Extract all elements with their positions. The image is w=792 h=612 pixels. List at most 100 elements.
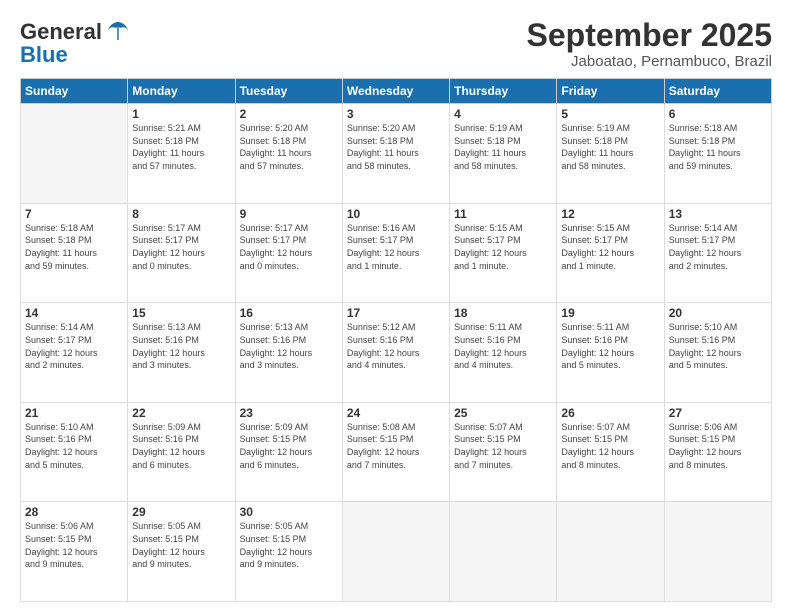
calendar-cell: 12Sunrise: 5:15 AM Sunset: 5:17 PM Dayli… [557, 203, 664, 303]
day-number: 18 [454, 306, 552, 320]
col-sunday: Sunday [21, 79, 128, 104]
day-info: Sunrise: 5:17 AM Sunset: 5:17 PM Dayligh… [132, 222, 230, 272]
day-number: 28 [25, 505, 123, 519]
day-info: Sunrise: 5:09 AM Sunset: 5:15 PM Dayligh… [240, 421, 338, 471]
day-number: 21 [25, 406, 123, 420]
calendar-cell: 5Sunrise: 5:19 AM Sunset: 5:18 PM Daylig… [557, 104, 664, 204]
logo-blue: Blue [20, 42, 68, 68]
day-number: 20 [669, 306, 767, 320]
week-row-0: 1Sunrise: 5:21 AM Sunset: 5:18 PM Daylig… [21, 104, 772, 204]
day-info: Sunrise: 5:19 AM Sunset: 5:18 PM Dayligh… [454, 122, 552, 172]
calendar-cell: 26Sunrise: 5:07 AM Sunset: 5:15 PM Dayli… [557, 402, 664, 502]
calendar-cell: 22Sunrise: 5:09 AM Sunset: 5:16 PM Dayli… [128, 402, 235, 502]
page: General Blue September 2025 Jaboatao, Pe… [0, 0, 792, 612]
logo: General Blue [20, 18, 132, 68]
day-number: 7 [25, 207, 123, 221]
day-info: Sunrise: 5:13 AM Sunset: 5:16 PM Dayligh… [240, 321, 338, 371]
calendar-cell: 7Sunrise: 5:18 AM Sunset: 5:18 PM Daylig… [21, 203, 128, 303]
calendar-cell [450, 502, 557, 602]
day-number: 29 [132, 505, 230, 519]
calendar-cell: 17Sunrise: 5:12 AM Sunset: 5:16 PM Dayli… [342, 303, 449, 403]
day-info: Sunrise: 5:20 AM Sunset: 5:18 PM Dayligh… [240, 122, 338, 172]
calendar-cell: 30Sunrise: 5:05 AM Sunset: 5:15 PM Dayli… [235, 502, 342, 602]
week-row-1: 7Sunrise: 5:18 AM Sunset: 5:18 PM Daylig… [21, 203, 772, 303]
day-number: 24 [347, 406, 445, 420]
col-monday: Monday [128, 79, 235, 104]
day-number: 16 [240, 306, 338, 320]
week-row-2: 14Sunrise: 5:14 AM Sunset: 5:17 PM Dayli… [21, 303, 772, 403]
day-info: Sunrise: 5:13 AM Sunset: 5:16 PM Dayligh… [132, 321, 230, 371]
day-info: Sunrise: 5:18 AM Sunset: 5:18 PM Dayligh… [25, 222, 123, 272]
calendar-cell: 11Sunrise: 5:15 AM Sunset: 5:17 PM Dayli… [450, 203, 557, 303]
calendar-cell: 9Sunrise: 5:17 AM Sunset: 5:17 PM Daylig… [235, 203, 342, 303]
calendar-cell: 18Sunrise: 5:11 AM Sunset: 5:16 PM Dayli… [450, 303, 557, 403]
calendar-cell: 4Sunrise: 5:19 AM Sunset: 5:18 PM Daylig… [450, 104, 557, 204]
day-number: 30 [240, 505, 338, 519]
title-block: September 2025 Jaboatao, Pernambuco, Bra… [527, 18, 772, 70]
calendar-cell: 23Sunrise: 5:09 AM Sunset: 5:15 PM Dayli… [235, 402, 342, 502]
day-info: Sunrise: 5:12 AM Sunset: 5:16 PM Dayligh… [347, 321, 445, 371]
day-number: 8 [132, 207, 230, 221]
col-saturday: Saturday [664, 79, 771, 104]
day-info: Sunrise: 5:19 AM Sunset: 5:18 PM Dayligh… [561, 122, 659, 172]
day-number: 17 [347, 306, 445, 320]
day-info: Sunrise: 5:11 AM Sunset: 5:16 PM Dayligh… [454, 321, 552, 371]
day-info: Sunrise: 5:14 AM Sunset: 5:17 PM Dayligh… [25, 321, 123, 371]
day-number: 15 [132, 306, 230, 320]
day-info: Sunrise: 5:10 AM Sunset: 5:16 PM Dayligh… [25, 421, 123, 471]
calendar-cell: 1Sunrise: 5:21 AM Sunset: 5:18 PM Daylig… [128, 104, 235, 204]
day-info: Sunrise: 5:06 AM Sunset: 5:15 PM Dayligh… [669, 421, 767, 471]
col-thursday: Thursday [450, 79, 557, 104]
day-info: Sunrise: 5:07 AM Sunset: 5:15 PM Dayligh… [561, 421, 659, 471]
day-info: Sunrise: 5:06 AM Sunset: 5:15 PM Dayligh… [25, 520, 123, 570]
week-row-3: 21Sunrise: 5:10 AM Sunset: 5:16 PM Dayli… [21, 402, 772, 502]
day-number: 12 [561, 207, 659, 221]
calendar-cell: 29Sunrise: 5:05 AM Sunset: 5:15 PM Dayli… [128, 502, 235, 602]
day-info: Sunrise: 5:15 AM Sunset: 5:17 PM Dayligh… [454, 222, 552, 272]
col-tuesday: Tuesday [235, 79, 342, 104]
day-number: 22 [132, 406, 230, 420]
day-number: 10 [347, 207, 445, 221]
calendar-cell [664, 502, 771, 602]
day-info: Sunrise: 5:14 AM Sunset: 5:17 PM Dayligh… [669, 222, 767, 272]
calendar-cell: 3Sunrise: 5:20 AM Sunset: 5:18 PM Daylig… [342, 104, 449, 204]
calendar-cell: 25Sunrise: 5:07 AM Sunset: 5:15 PM Dayli… [450, 402, 557, 502]
day-info: Sunrise: 5:18 AM Sunset: 5:18 PM Dayligh… [669, 122, 767, 172]
calendar-cell: 10Sunrise: 5:16 AM Sunset: 5:17 PM Dayli… [342, 203, 449, 303]
calendar-cell [557, 502, 664, 602]
day-number: 14 [25, 306, 123, 320]
day-number: 6 [669, 107, 767, 121]
day-number: 19 [561, 306, 659, 320]
day-info: Sunrise: 5:05 AM Sunset: 5:15 PM Dayligh… [132, 520, 230, 570]
day-number: 1 [132, 107, 230, 121]
calendar-cell: 2Sunrise: 5:20 AM Sunset: 5:18 PM Daylig… [235, 104, 342, 204]
day-info: Sunrise: 5:16 AM Sunset: 5:17 PM Dayligh… [347, 222, 445, 272]
calendar-cell: 8Sunrise: 5:17 AM Sunset: 5:17 PM Daylig… [128, 203, 235, 303]
calendar-cell: 27Sunrise: 5:06 AM Sunset: 5:15 PM Dayli… [664, 402, 771, 502]
day-info: Sunrise: 5:17 AM Sunset: 5:17 PM Dayligh… [240, 222, 338, 272]
calendar-cell: 15Sunrise: 5:13 AM Sunset: 5:16 PM Dayli… [128, 303, 235, 403]
page-subtitle: Jaboatao, Pernambuco, Brazil [527, 53, 772, 70]
calendar-cell [21, 104, 128, 204]
day-info: Sunrise: 5:15 AM Sunset: 5:17 PM Dayligh… [561, 222, 659, 272]
day-info: Sunrise: 5:10 AM Sunset: 5:16 PM Dayligh… [669, 321, 767, 371]
calendar-cell: 24Sunrise: 5:08 AM Sunset: 5:15 PM Dayli… [342, 402, 449, 502]
calendar: Sunday Monday Tuesday Wednesday Thursday… [20, 78, 772, 602]
day-number: 25 [454, 406, 552, 420]
logo-bird-icon [104, 18, 132, 46]
day-info: Sunrise: 5:08 AM Sunset: 5:15 PM Dayligh… [347, 421, 445, 471]
week-row-4: 28Sunrise: 5:06 AM Sunset: 5:15 PM Dayli… [21, 502, 772, 602]
page-title: September 2025 [527, 18, 772, 53]
col-wednesday: Wednesday [342, 79, 449, 104]
day-number: 23 [240, 406, 338, 420]
col-friday: Friday [557, 79, 664, 104]
calendar-cell: 13Sunrise: 5:14 AM Sunset: 5:17 PM Dayli… [664, 203, 771, 303]
day-number: 27 [669, 406, 767, 420]
calendar-cell: 19Sunrise: 5:11 AM Sunset: 5:16 PM Dayli… [557, 303, 664, 403]
day-number: 5 [561, 107, 659, 121]
calendar-cell: 14Sunrise: 5:14 AM Sunset: 5:17 PM Dayli… [21, 303, 128, 403]
calendar-cell: 20Sunrise: 5:10 AM Sunset: 5:16 PM Dayli… [664, 303, 771, 403]
day-info: Sunrise: 5:09 AM Sunset: 5:16 PM Dayligh… [132, 421, 230, 471]
day-info: Sunrise: 5:11 AM Sunset: 5:16 PM Dayligh… [561, 321, 659, 371]
calendar-cell: 6Sunrise: 5:18 AM Sunset: 5:18 PM Daylig… [664, 104, 771, 204]
